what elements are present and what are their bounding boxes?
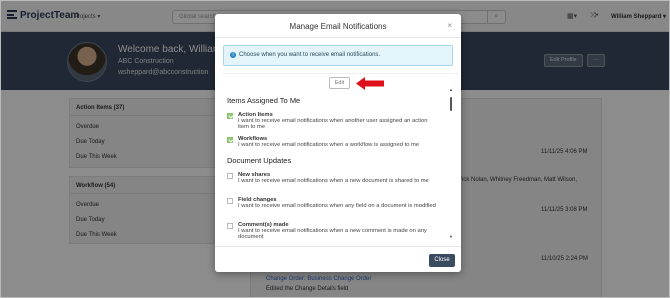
- notifications-scroll-area[interactable]: Edit Items Assigned To Me Action Items I…: [223, 73, 459, 240]
- scroll-down-icon[interactable]: ▼: [449, 234, 453, 239]
- manage-email-notifications-modal: Manage Email Notifications × i Choose whe…: [215, 14, 461, 272]
- edit-button[interactable]: Edit: [329, 77, 350, 89]
- section-title: Document Updates: [227, 156, 292, 165]
- close-icon[interactable]: ×: [447, 21, 452, 30]
- scroll-up-icon[interactable]: ▲: [449, 87, 453, 92]
- option-desc: I want to receive email notifications wh…: [238, 142, 420, 148]
- info-text: Choose when you want to receive email no…: [239, 52, 381, 58]
- red-arrow-icon: [356, 77, 384, 90]
- new-shares-checkbox[interactable]: [227, 173, 233, 179]
- action-items-checkbox[interactable]: [227, 113, 233, 119]
- divider: [215, 37, 461, 38]
- info-banner: i Choose when you want to receive email n…: [223, 45, 453, 66]
- section-title: Items Assigned To Me: [227, 96, 301, 105]
- option-desc: I want to receive email notifications wh…: [238, 118, 428, 131]
- field-changes-checkbox[interactable]: [227, 198, 233, 204]
- divider: [215, 246, 461, 247]
- close-button[interactable]: Close: [429, 254, 455, 267]
- app-window: ProjectTeam Projects ▾ Global search ⌕ ▦…: [0, 0, 670, 298]
- scrollbar-thumb[interactable]: [450, 97, 452, 111]
- option-desc: I want to receive email notifications wh…: [238, 228, 427, 240]
- option-desc: I want to receive email notifications wh…: [238, 178, 429, 184]
- option-desc: I want to receive email notifications wh…: [238, 203, 436, 209]
- info-icon: i: [230, 52, 236, 58]
- comments-checkbox[interactable]: [227, 223, 233, 229]
- workflows-checkbox[interactable]: [227, 137, 233, 143]
- modal-title: Manage Email Notifications: [289, 22, 387, 31]
- modal-scrollbar[interactable]: ▲ ▼: [449, 87, 453, 239]
